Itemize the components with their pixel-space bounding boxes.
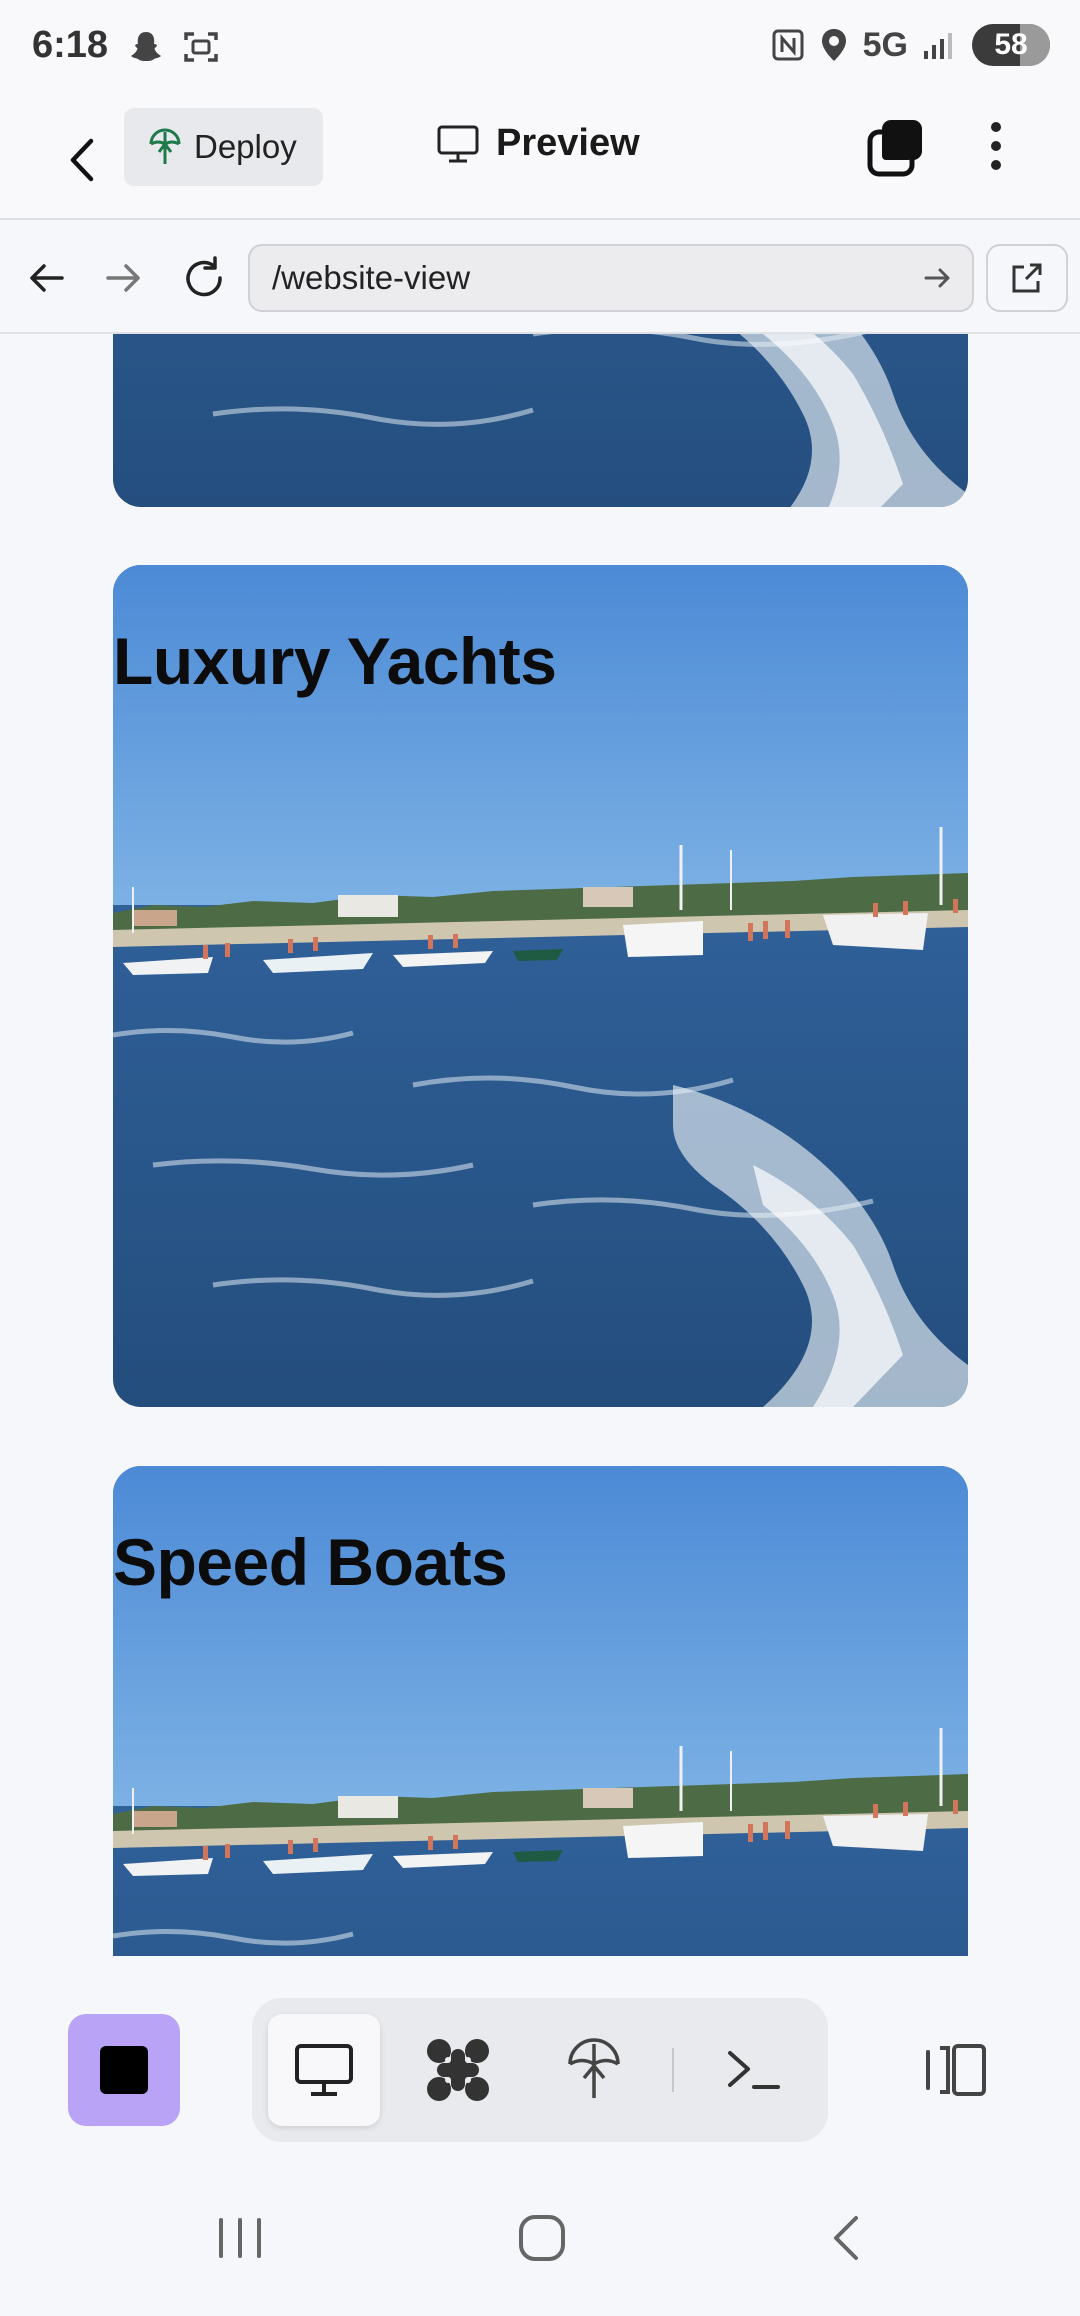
- snapchat-icon: [131, 32, 161, 61]
- reload-button[interactable]: [176, 250, 232, 306]
- chevron-left-icon: [70, 138, 94, 182]
- external-link-icon: [1012, 263, 1042, 293]
- browser-back-button[interactable]: [18, 250, 74, 306]
- preview-title: Preview: [436, 122, 640, 165]
- more-options-button[interactable]: [974, 116, 1018, 176]
- arrow-right-icon: [106, 264, 140, 292]
- system-back-button[interactable]: [806, 2198, 886, 2278]
- toolbar-divider: [672, 2048, 674, 2092]
- tab-workflow[interactable]: [402, 2014, 514, 2126]
- nfc-icon: [772, 29, 804, 61]
- panel-toggle-button[interactable]: [918, 2032, 994, 2108]
- tab-deploy[interactable]: [538, 2014, 650, 2126]
- dot: [991, 160, 1001, 170]
- location-icon: [821, 29, 846, 61]
- panel-toggle-icon: [926, 2044, 986, 2096]
- view-switcher: [252, 1998, 828, 2142]
- card-title: Luxury Yachts: [113, 624, 557, 698]
- deploy-icon: [149, 128, 181, 164]
- app-header: Deploy Preview: [0, 100, 1080, 220]
- home-button[interactable]: [502, 2198, 582, 2278]
- tab-preview[interactable]: [268, 2014, 380, 2126]
- card-title: Speed Boats: [113, 1525, 508, 1599]
- dot: [991, 141, 1001, 151]
- status-right: 5G 58: [771, 24, 1050, 66]
- workflow-icon: [427, 2039, 489, 2101]
- screenshot-icon: [184, 32, 218, 62]
- open-external-button[interactable]: [986, 244, 1068, 312]
- browser-bar: /website-view: [0, 222, 1080, 334]
- home-icon: [519, 2215, 565, 2261]
- url-input[interactable]: /website-view: [248, 244, 974, 312]
- dot: [991, 122, 1001, 132]
- signal-icon: [924, 33, 952, 59]
- deploy-label: Deploy: [194, 128, 297, 165]
- stop-button[interactable]: [68, 2014, 180, 2126]
- boat-card[interactable]: [113, 334, 968, 507]
- recents-icon: [219, 2218, 261, 2258]
- monitor-icon: [437, 125, 479, 162]
- battery-charging-icon: 58: [972, 24, 1050, 66]
- back-button[interactable]: [52, 128, 112, 192]
- page-title: Preview: [496, 122, 640, 164]
- console-icon: [728, 2051, 780, 2089]
- reload-icon: [186, 256, 222, 297]
- luxury-yachts-card[interactable]: Luxury Yachts: [113, 565, 968, 1407]
- status-time: 6:18: [32, 24, 109, 66]
- deploy-button[interactable]: Deploy: [124, 108, 323, 186]
- tab-console[interactable]: [698, 2014, 810, 2126]
- system-navigation-bar: [0, 2156, 1080, 2316]
- boats-photo: [113, 334, 968, 507]
- deploy-icon: [568, 2038, 620, 2098]
- status-left-icons: [128, 28, 220, 66]
- website-preview[interactable]: Luxury Yachts Speed Boats: [0, 334, 1080, 1956]
- go-arrow-icon[interactable]: [922, 260, 954, 296]
- back-icon: [834, 2216, 858, 2260]
- stop-icon: [100, 2046, 148, 2094]
- bottom-toolbar: [0, 1956, 1080, 2172]
- arrow-left-icon: [30, 264, 64, 292]
- preview-icon: [295, 2044, 353, 2096]
- battery-level: 58: [994, 28, 1028, 61]
- url-text: /website-view: [272, 259, 471, 296]
- tabs-switcher-button[interactable]: [864, 114, 930, 180]
- browser-forward-button[interactable]: [96, 250, 152, 306]
- network-type: 5G: [862, 25, 908, 64]
- recent-apps-button[interactable]: [200, 2198, 280, 2278]
- stacked-squares-icon: [867, 120, 922, 177]
- speed-boats-card[interactable]: Speed Boats: [113, 1466, 968, 1956]
- status-bar: 6:18 5G 58: [0, 0, 1080, 100]
